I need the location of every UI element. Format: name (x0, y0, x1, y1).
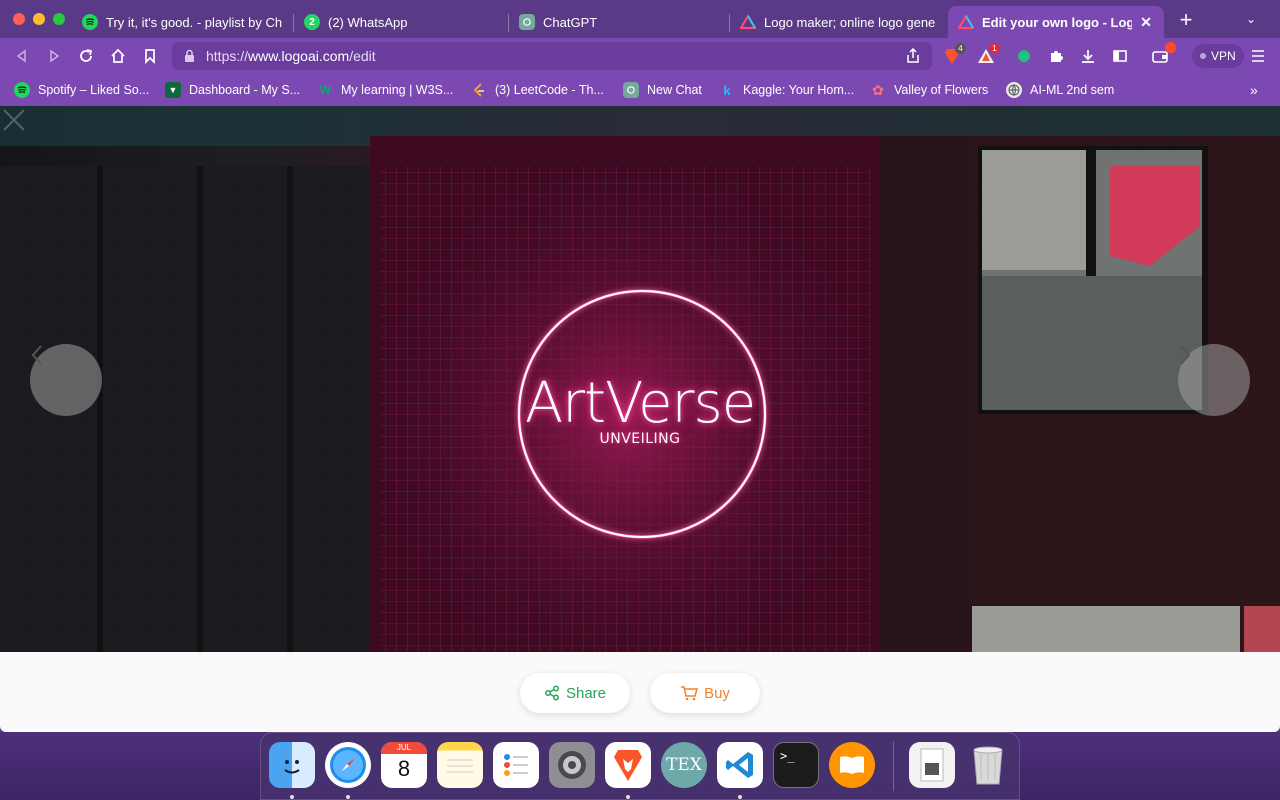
puzzle-extensions-icon[interactable] (1046, 46, 1066, 66)
running-indicator (626, 795, 630, 799)
bookmark-w3schools[interactable]: W My learning | W3S... (317, 81, 453, 99)
trash-icon[interactable] (965, 742, 1011, 788)
bookmark-new-chat[interactable]: New Chat (623, 81, 702, 99)
forward-arrow-icon (50, 49, 60, 63)
kaggle-icon: k (723, 82, 731, 98)
tab-logo-maker[interactable]: Logo maker; online logo generat (730, 6, 946, 38)
bookmark-icon (145, 49, 155, 64)
books-icon[interactable] (829, 742, 875, 788)
window-zoom-button[interactable] (53, 13, 65, 25)
dock-separator (893, 741, 894, 791)
w3schools-icon: W (319, 83, 331, 97)
tex-icon[interactable]: TEX (661, 742, 707, 788)
tab-strip: Try it, it's good. - playlist by Ch 2 (2… (0, 0, 1280, 40)
chevron-left-icon (31, 345, 42, 365)
calendar-icon[interactable]: JUL 8 (381, 742, 427, 788)
globe-icon (1006, 82, 1022, 98)
address-bar[interactable]: https://www.logoai.com/edit (172, 42, 932, 70)
flower-icon: ✿ (872, 81, 884, 98)
share-icon (545, 685, 559, 701)
safari-icon[interactable] (325, 742, 371, 788)
logo-mockup-preview: ArtVerse UNVEILING (0, 106, 1280, 652)
logo-brand-name: ArtVerse (524, 371, 756, 436)
whatsapp-icon: 2 (304, 14, 320, 30)
window-close-button[interactable] (13, 13, 25, 25)
lock-icon[interactable] (184, 49, 195, 68)
chevron-right-icon (1180, 345, 1191, 365)
home-button[interactable] (106, 44, 130, 68)
url-text: https://www.logoai.com/edit (206, 48, 376, 64)
running-indicator (290, 795, 294, 799)
new-tab-button[interactable]: + (1176, 9, 1196, 31)
bookmarks-overflow-button[interactable]: » (1250, 82, 1258, 98)
chatgpt-icon (623, 82, 639, 98)
leetcode-icon (471, 82, 487, 98)
bookmark-spotify[interactable]: Spotify – Liked So... (14, 81, 149, 99)
spotify-icon (82, 14, 98, 30)
download-icon[interactable] (1078, 46, 1098, 66)
logo-tagline: UNVEILING (599, 431, 681, 447)
back-button[interactable] (10, 44, 34, 68)
vpn-button[interactable]: VPN (1192, 44, 1244, 68)
finder-icon[interactable] (269, 742, 315, 788)
terminal-icon[interactable]: >_ (773, 742, 819, 788)
window-minimize-button[interactable] (33, 13, 45, 25)
carousel-prev-button[interactable] (30, 344, 102, 416)
tab-title: Edit your own logo - LogoAI (982, 14, 1132, 30)
notes-icon[interactable] (437, 742, 483, 788)
reload-button[interactable] (74, 44, 98, 68)
back-arrow-icon (16, 49, 26, 63)
bookmark-ai-ml[interactable]: AI-ML 2nd sem (1006, 81, 1114, 99)
macos-dock: JUL 8 TEX >_ (260, 732, 1020, 800)
bookmarks-bar: Spotify – Liked So... ▼ Dashboard - My S… (0, 74, 1280, 106)
shield-icon: ▼ (165, 82, 181, 98)
tab-title: ChatGPT (543, 14, 598, 30)
cart-icon (681, 686, 699, 701)
tab-title: Logo maker; online logo generat (764, 14, 936, 30)
share-page-icon[interactable] (906, 47, 920, 69)
tab-whatsapp[interactable]: 2 (2) WhatsApp (294, 6, 508, 38)
tab-search-chevron-icon[interactable]: ⌄ (1246, 12, 1256, 26)
buy-button[interactable]: Buy (650, 673, 760, 713)
sidebar-toggle-icon[interactable] (1110, 46, 1130, 66)
reload-icon (80, 49, 93, 62)
vpn-status-dot (1200, 53, 1206, 59)
downloads-stack-icon[interactable] (909, 742, 955, 788)
reminders-icon[interactable] (493, 742, 539, 788)
running-indicator (346, 795, 350, 799)
tab-title: Try it, it's good. - playlist by Ch (106, 14, 283, 30)
spotify-icon (14, 82, 30, 98)
home-icon (111, 48, 125, 63)
tab-spotify[interactable]: Try it, it's good. - playlist by Ch (72, 6, 294, 38)
brave-rewards-icon[interactable]: 1 (976, 43, 1000, 66)
logoai-icon (958, 14, 974, 30)
carousel-next-button[interactable] (1178, 344, 1250, 416)
logo-action-bar: Share Buy (0, 652, 1280, 732)
chatgpt-icon (519, 14, 535, 30)
tab-logoai-edit[interactable]: Edit your own logo - LogoAI ✕ (948, 6, 1164, 38)
vscode-icon[interactable] (717, 742, 763, 788)
logoai-icon (740, 14, 756, 30)
bookmark-valley-of-flowers[interactable]: ✿ Valley of Flowers (870, 81, 988, 99)
tab-close-icon[interactable]: ✕ (1138, 14, 1154, 31)
brave-icon[interactable] (605, 742, 651, 788)
running-indicator (738, 795, 742, 799)
browser-toolbar: https://www.logoai.com/edit 4 1 VPN (0, 38, 1280, 74)
hamburger-menu-icon[interactable] (1248, 46, 1268, 66)
system-preferences-icon[interactable] (549, 742, 595, 788)
extension-green-icon[interactable] (1014, 46, 1034, 66)
bookmark-dashboard[interactable]: ▼ Dashboard - My S... (165, 81, 300, 99)
share-button[interactable]: Share (520, 673, 630, 713)
bookmark-leetcode[interactable]: (3) LeetCode - Th... (471, 81, 604, 99)
wallet-icon[interactable] (1150, 42, 1176, 66)
bookmark-button[interactable] (138, 44, 162, 68)
tab-title: (2) WhatsApp (328, 14, 408, 30)
bookmark-kaggle[interactable]: k Kaggle: Your Hom... (719, 81, 854, 99)
forward-button[interactable] (42, 44, 66, 68)
tab-chatgpt[interactable]: ChatGPT (509, 6, 729, 38)
brave-shields-icon[interactable]: 4 (942, 43, 966, 66)
close-preview-icon[interactable] (0, 106, 28, 134)
